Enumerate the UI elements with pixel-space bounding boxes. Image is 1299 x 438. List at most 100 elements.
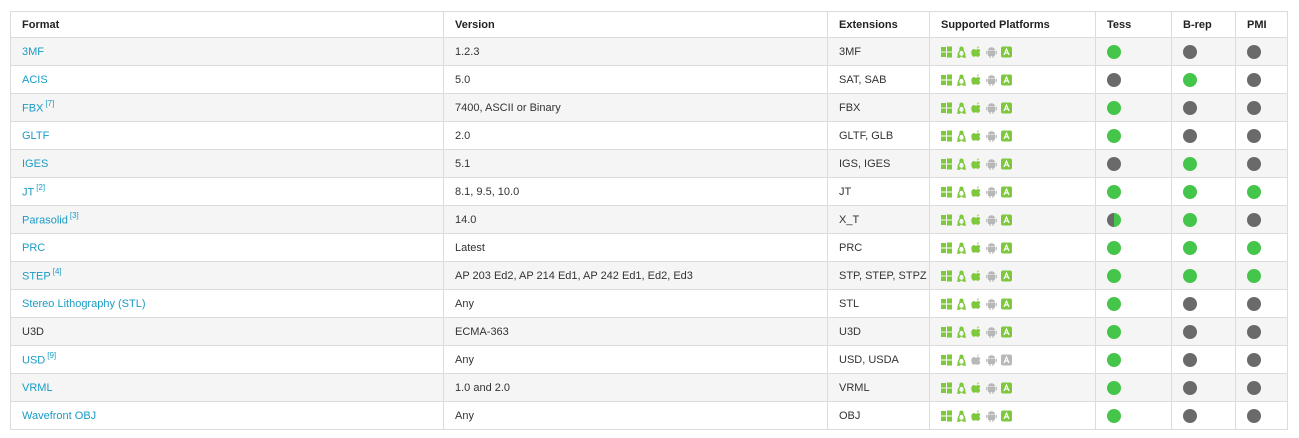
brep-cell [1171,121,1236,150]
header-pmi: PMI [1235,11,1288,38]
footnote-reference-link[interactable]: [2] [36,183,45,192]
apple-icon [971,185,982,198]
format-link[interactable]: ACIS [22,74,48,86]
pmi-support-indicator [1247,296,1261,311]
android-icon [986,186,997,198]
ios-icon [1001,326,1012,338]
platforms-cell [929,373,1096,402]
tess-cell [1095,205,1172,234]
version-cell: Any [443,289,828,318]
linux-icon [956,382,967,394]
format-cell: U3D [10,317,444,346]
pmi-support-indicator [1247,352,1261,367]
platforms-cell [929,205,1096,234]
version-cell: Latest [443,233,828,262]
android-icon [986,382,997,394]
tess-support-indicator [1107,296,1121,311]
tess-support-indicator [1107,268,1121,283]
brep-support-indicator [1183,184,1197,199]
tess-cell [1095,121,1172,150]
ios-icon [1001,382,1012,394]
extensions-cell: STP, STEP, STPZ [827,261,930,290]
pmi-support-indicator [1247,240,1261,255]
brep-support-indicator [1183,128,1197,143]
linux-icon [956,102,967,114]
extensions-cell: FBX [827,93,930,122]
format-link[interactable]: Stereo Lithography (STL) [22,298,146,310]
header-supported-platforms: Supported Platforms [929,11,1096,38]
brep-support-indicator [1183,380,1197,395]
pmi-cell [1235,37,1288,66]
ios-icon [1001,102,1012,114]
apple-icon [971,241,982,254]
extensions-cell: U3D [827,317,930,346]
format-link[interactable]: IGES [22,158,48,170]
platforms-cell [929,317,1096,346]
table-header: Format Version Extensions Supported Plat… [10,11,1288,38]
apple-icon [971,381,982,394]
pmi-support-indicator [1247,380,1261,395]
table-row: JT [2] 8.1, 9.5, 10.0 JT [10,177,1288,206]
footnote-reference-link[interactable]: [9] [47,351,56,360]
footnote-reference-link[interactable]: [7] [45,99,54,108]
apple-icon [971,409,982,422]
brep-support-indicator [1183,352,1197,367]
ios-icon [1001,186,1012,198]
format-link[interactable]: 3MF [22,46,44,58]
pmi-cell [1235,205,1288,234]
tess-support-indicator [1107,72,1121,87]
format-cell: USD [9] [10,345,444,374]
version-cell: 1.0 and 2.0 [443,373,828,402]
tess-support-indicator [1107,352,1121,367]
brep-cell [1171,93,1236,122]
format-link[interactable]: Wavefront OBJ [22,410,96,422]
brep-support-indicator [1183,44,1197,59]
pmi-cell [1235,233,1288,262]
pmi-support-indicator [1247,324,1261,339]
format-link[interactable]: GLTF [22,130,49,142]
version-cell: 1.2.3 [443,37,828,66]
extensions-cell: GLTF, GLB [827,121,930,150]
platforms-cell [929,93,1096,122]
windows-icon [941,130,952,142]
format-link[interactable]: PRC [22,242,45,254]
table-row: U3D ECMA-363 U3D [10,317,1288,346]
platforms-cell [929,149,1096,178]
format-cell: FBX [7] [10,93,444,122]
table-row: ACIS 5.0 SAT, SAB [10,65,1288,94]
android-icon [986,102,997,114]
brep-cell [1171,233,1236,262]
supported-formats-table: Format Version Extensions Supported Plat… [10,11,1288,430]
brep-support-indicator [1183,72,1197,87]
platform-icons [941,207,1095,233]
tess-support-indicator [1107,408,1121,423]
apple-icon [971,73,982,86]
pmi-support-indicator [1247,408,1261,423]
version-cell: 2.0 [443,121,828,150]
brep-support-indicator [1183,408,1197,423]
format-link[interactable]: Parasolid [22,215,68,227]
platform-icons [941,123,1095,149]
format-link[interactable]: JT [22,187,34,199]
format-link[interactable]: FBX [22,103,43,115]
format-cell: Stereo Lithography (STL) [10,289,444,318]
footnote-reference-link[interactable]: [4] [53,267,62,276]
header-format: Format [10,11,444,38]
table-row: STEP [4] AP 203 Ed2, AP 214 Ed1, AP 242 Ed… [10,261,1288,290]
windows-icon [941,186,952,198]
apple-icon [971,269,982,282]
apple-icon [971,325,982,338]
brep-support-indicator [1183,268,1197,283]
format-link[interactable]: USD [22,355,45,367]
tess-cell [1095,93,1172,122]
extensions-cell: 3MF [827,37,930,66]
footnote-reference-link[interactable]: [3] [70,211,79,220]
ios-icon [1001,130,1012,142]
ios-icon [1001,354,1012,366]
extensions-cell: IGS, IGES [827,149,930,178]
tess-cell [1095,177,1172,206]
format-link[interactable]: STEP [22,271,51,283]
pmi-support-indicator [1247,268,1261,283]
ios-icon [1001,74,1012,86]
format-link[interactable]: VRML [22,382,53,394]
